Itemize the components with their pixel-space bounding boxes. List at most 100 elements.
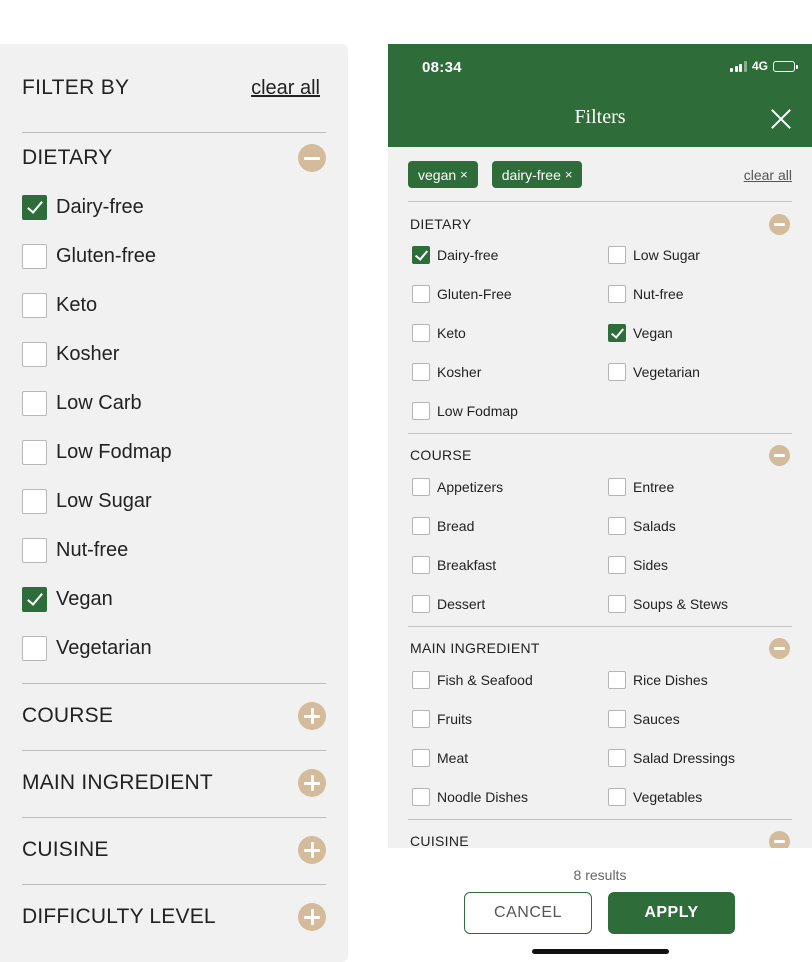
checkbox-label: Vegan xyxy=(633,325,673,341)
checkbox-box[interactable] xyxy=(608,595,626,613)
checkbox-box[interactable] xyxy=(412,363,430,381)
checkbox-box[interactable] xyxy=(22,390,47,416)
collapse-minus-icon[interactable] xyxy=(769,830,790,848)
checkbox-entree[interactable]: Entree xyxy=(608,477,674,497)
checkbox-box[interactable] xyxy=(22,194,47,220)
checkbox-rice-dishes[interactable]: Rice Dishes xyxy=(608,670,708,690)
checkbox-box[interactable] xyxy=(608,749,626,767)
checkbox-box[interactable] xyxy=(412,710,430,728)
checkbox-box[interactable] xyxy=(412,285,430,303)
checkbox-nut-free[interactable]: Nut-free xyxy=(22,537,128,563)
cancel-button[interactable]: CANCEL xyxy=(464,892,592,934)
checkbox-low-fodmap[interactable]: Low Fodmap xyxy=(412,401,518,421)
checkbox-gluten-free[interactable]: Gluten-free xyxy=(22,243,156,269)
checkbox-fish-seafood[interactable]: Fish & Seafood xyxy=(412,670,533,690)
checkbox-box[interactable] xyxy=(412,749,430,767)
checkbox-low-fodmap[interactable]: Low Fodmap xyxy=(22,439,172,465)
apply-button[interactable]: APPLY xyxy=(608,892,735,934)
checkbox-appetizers[interactable]: Appetizers xyxy=(412,477,503,497)
checkbox-box[interactable] xyxy=(608,478,626,496)
checkbox-dairy-free[interactable]: Dairy-free xyxy=(22,194,144,220)
checkbox-box[interactable] xyxy=(22,488,47,514)
collapse-minus-icon[interactable] xyxy=(769,637,790,659)
checkbox-low-sugar[interactable]: Low Sugar xyxy=(22,488,152,514)
checkbox-sauces[interactable]: Sauces xyxy=(608,709,680,729)
checkbox-low-sugar[interactable]: Low Sugar xyxy=(608,245,700,265)
collapse-minus-icon[interactable] xyxy=(298,144,326,172)
section-course-header[interactable]: COURSE xyxy=(410,444,790,466)
collapse-minus-icon[interactable] xyxy=(769,444,790,466)
chip-dairy-free[interactable]: dairy-free × xyxy=(491,161,583,188)
checkbox-box[interactable] xyxy=(608,710,626,728)
checkbox-vegetarian[interactable]: Vegetarian xyxy=(22,635,152,661)
section-dietary-header[interactable]: DIETARY xyxy=(22,144,326,172)
close-icon[interactable] xyxy=(770,108,792,130)
filter-scroll-area[interactable]: vegan × dairy-free × clear all DIETARY D… xyxy=(388,147,812,848)
checkbox-box[interactable] xyxy=(412,478,430,496)
expand-plus-icon[interactable] xyxy=(298,903,326,931)
collapse-minus-icon[interactable] xyxy=(769,213,790,235)
checkbox-box[interactable] xyxy=(608,671,626,689)
checkbox-keto[interactable]: Keto xyxy=(22,292,97,318)
checkbox-box[interactable] xyxy=(608,285,626,303)
chip-vegan[interactable]: vegan × xyxy=(408,161,478,188)
checkbox-box[interactable] xyxy=(22,292,47,318)
checkbox-dairy-free[interactable]: Dairy-free xyxy=(412,245,498,265)
checkbox-vegetables[interactable]: Vegetables xyxy=(608,787,702,807)
section-cuisine-header[interactable]: CUISINE xyxy=(410,830,790,848)
section-course-header[interactable]: COURSE xyxy=(22,702,326,730)
checkbox-kosher[interactable]: Kosher xyxy=(22,341,119,367)
checkbox-box[interactable] xyxy=(608,246,626,264)
chip-remove-icon[interactable]: × xyxy=(460,167,468,182)
checkbox-box[interactable] xyxy=(412,246,430,264)
checkbox-gluten-free[interactable]: Gluten-Free xyxy=(412,284,512,304)
checkbox-box[interactable] xyxy=(412,517,430,535)
checkbox-box[interactable] xyxy=(608,788,626,806)
checkbox-vegan[interactable]: Vegan xyxy=(608,323,673,343)
checkbox-box[interactable] xyxy=(412,556,430,574)
checkbox-box[interactable] xyxy=(608,556,626,574)
checkbox-box[interactable] xyxy=(22,586,47,612)
section-difficulty-header[interactable]: DIFFICULTY LEVEL xyxy=(22,903,326,931)
clear-all-link[interactable]: clear all xyxy=(251,77,320,100)
checkbox-box[interactable] xyxy=(22,243,47,269)
checkbox-noodle-dishes[interactable]: Noodle Dishes xyxy=(412,787,528,807)
section-main-ingredient-header[interactable]: MAIN INGREDIENT xyxy=(22,769,326,797)
expand-plus-icon[interactable] xyxy=(298,702,326,730)
checkbox-soups-stews[interactable]: Soups & Stews xyxy=(608,594,728,614)
expand-plus-icon[interactable] xyxy=(298,769,326,797)
checkbox-keto[interactable]: Keto xyxy=(412,323,466,343)
expand-plus-icon[interactable] xyxy=(298,836,326,864)
checkbox-vegetarian[interactable]: Vegetarian xyxy=(608,362,700,382)
checkbox-box[interactable] xyxy=(608,363,626,381)
checkbox-box[interactable] xyxy=(22,439,47,465)
checkbox-bread[interactable]: Bread xyxy=(412,516,474,536)
checkbox-fruits[interactable]: Fruits xyxy=(412,709,472,729)
checkbox-salads[interactable]: Salads xyxy=(608,516,676,536)
checkbox-box[interactable] xyxy=(608,517,626,535)
section-main-ingredient-header[interactable]: MAIN INGREDIENT xyxy=(410,637,790,659)
checkbox-sides[interactable]: Sides xyxy=(608,555,668,575)
checkbox-vegan[interactable]: Vegan xyxy=(22,586,113,612)
checkbox-salad-dressings[interactable]: Salad Dressings xyxy=(608,748,735,768)
home-indicator[interactable] xyxy=(532,949,669,954)
checkbox-box[interactable] xyxy=(412,402,430,420)
checkbox-box[interactable] xyxy=(22,537,47,563)
checkbox-dessert[interactable]: Dessert xyxy=(412,594,485,614)
chip-remove-icon[interactable]: × xyxy=(565,167,573,182)
clear-all-link[interactable]: clear all xyxy=(744,167,792,183)
checkbox-box[interactable] xyxy=(22,341,47,367)
checkbox-box[interactable] xyxy=(22,635,47,661)
checkbox-kosher[interactable]: Kosher xyxy=(412,362,481,382)
section-cuisine-header[interactable]: CUISINE xyxy=(22,836,326,864)
checkbox-breakfast[interactable]: Breakfast xyxy=(412,555,496,575)
checkbox-box[interactable] xyxy=(412,671,430,689)
checkbox-meat[interactable]: Meat xyxy=(412,748,468,768)
checkbox-box[interactable] xyxy=(608,324,626,342)
checkbox-box[interactable] xyxy=(412,324,430,342)
checkbox-low-carb[interactable]: Low Carb xyxy=(22,390,142,416)
section-dietary-header[interactable]: DIETARY xyxy=(410,213,790,235)
checkbox-box[interactable] xyxy=(412,595,430,613)
checkbox-nut-free[interactable]: Nut-free xyxy=(608,284,684,304)
checkbox-box[interactable] xyxy=(412,788,430,806)
